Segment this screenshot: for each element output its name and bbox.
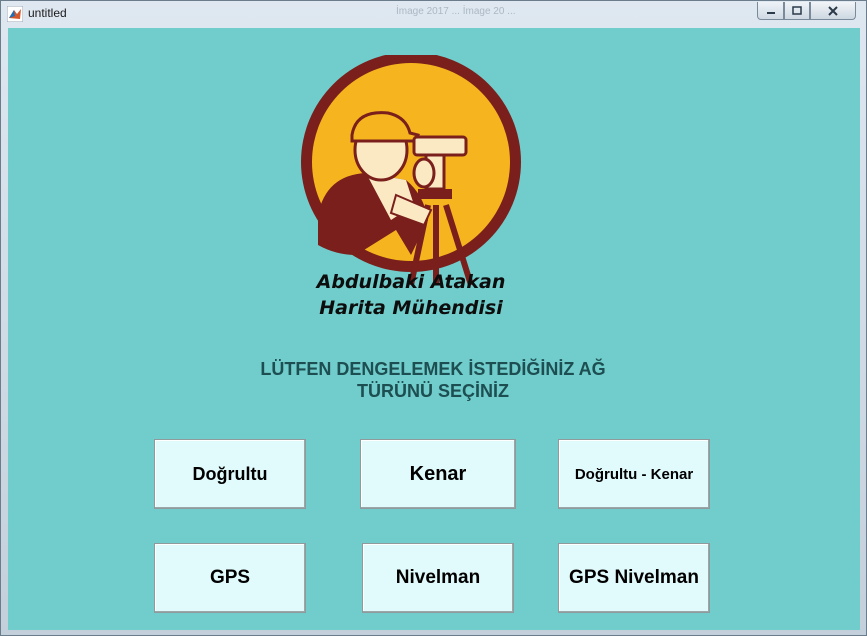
nivelman-button[interactable]: Nivelman [362, 543, 514, 613]
close-icon [828, 5, 838, 16]
surveyor-logo-icon: Abdulbaki Atakan Harita Mühendisi [301, 55, 521, 319]
title-bar[interactable]: untitled İmage 2017 ... İmage 20 ... [1, 1, 866, 26]
logo-name-line2: Harita Mühendisi [319, 297, 503, 319]
matlab-icon [7, 6, 23, 22]
maximize-button[interactable] [784, 2, 810, 20]
close-button[interactable] [810, 2, 856, 20]
minimize-button[interactable] [757, 2, 784, 20]
app-window: untitled İmage 2017 ... İmage 20 ... Abd… [0, 0, 867, 636]
logo-name-line1: Abdulbaki Atakan [315, 271, 506, 293]
gps-nivelman-button[interactable]: GPS Nivelman [558, 543, 710, 613]
window-title: untitled [28, 6, 67, 20]
gps-button[interactable]: GPS [154, 543, 306, 613]
dogrultu-kenar-button[interactable]: Doğrultu - Kenar [558, 439, 710, 509]
main-panel: Abdulbaki Atakan Harita Mühendisi LÜTFEN… [8, 28, 860, 630]
minimize-icon [766, 11, 775, 14]
dogrultu-button[interactable]: Doğrultu [154, 439, 306, 509]
kenar-button[interactable]: Kenar [360, 439, 516, 509]
prompt-line-2: TÜRÜNÜ SEÇİNİZ [357, 381, 509, 401]
maximize-icon [792, 5, 802, 15]
prompt-line-1: LÜTFEN DENGELEMEK İSTEDİĞİNİZ AĞ [260, 359, 606, 379]
background-window-title: İmage 2017 ... İmage 20 ... [396, 6, 516, 17]
network-type-prompt: LÜTFEN DENGELEMEK İSTEDİĞİNİZ AĞ TÜRÜNÜ … [188, 358, 678, 402]
